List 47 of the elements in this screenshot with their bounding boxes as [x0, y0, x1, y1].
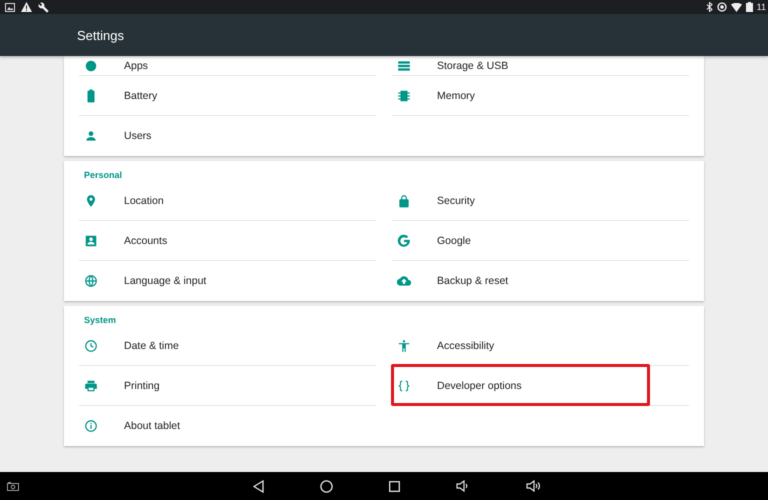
storage-icon — [397, 58, 411, 72]
location-pin-icon — [84, 194, 98, 208]
settings-item[interactable]: Users — [79, 116, 376, 156]
lock-icon — [397, 194, 411, 208]
settings-item[interactable]: Backup & reset — [392, 261, 689, 301]
clock-icon — [84, 338, 98, 352]
wifi-icon — [730, 2, 742, 12]
g-logo-icon — [397, 234, 411, 248]
clock-time: 11 — [756, 2, 766, 12]
settings-item[interactable]: Accessibility — [392, 326, 689, 366]
accessibility-icon — [397, 338, 411, 352]
settings-item[interactable]: Storage & USB — [392, 56, 689, 76]
printer-icon — [84, 378, 98, 392]
section-title: Personal — [83, 169, 122, 181]
globe-icon — [84, 274, 98, 288]
settings-item[interactable]: Battery — [79, 76, 376, 116]
settings-item[interactable]: Accounts — [79, 221, 376, 261]
battery-icon — [746, 2, 753, 12]
section-title: System — [83, 314, 116, 326]
picture-icon — [5, 2, 15, 12]
settings-item[interactable]: Apps — [79, 56, 376, 76]
camera-icon[interactable] — [7, 482, 19, 490]
back-icon[interactable] — [253, 480, 264, 492]
settings-item[interactable]: About tablet — [79, 406, 376, 446]
volume-down-icon[interactable] — [456, 480, 470, 492]
circle-icon — [84, 58, 98, 72]
settings-item[interactable]: Location — [79, 181, 376, 221]
target-icon — [716, 2, 727, 12]
settings-item[interactable]: Google — [392, 221, 689, 261]
wrench-icon — [38, 2, 49, 12]
recents-icon[interactable] — [389, 480, 400, 492]
bluetooth-icon — [706, 2, 713, 12]
settings-item[interactable]: Date & time — [79, 326, 376, 366]
cloud-upload-icon — [397, 274, 411, 288]
person-icon — [84, 129, 98, 143]
chip-icon — [397, 88, 411, 102]
volume-up-icon[interactable] — [526, 480, 543, 492]
contact-card-icon — [84, 234, 98, 248]
app-bar-title: Settings — [77, 28, 124, 42]
settings-item[interactable]: Developer options — [392, 366, 689, 406]
settings-item[interactable]: Memory — [392, 76, 689, 116]
info-icon — [84, 419, 98, 433]
settings-item[interactable]: Security — [392, 181, 689, 221]
braces-icon — [397, 378, 411, 392]
settings-item[interactable]: Printing — [79, 366, 376, 406]
home-icon[interactable] — [320, 480, 333, 492]
settings-item[interactable]: Language & input — [79, 261, 376, 301]
